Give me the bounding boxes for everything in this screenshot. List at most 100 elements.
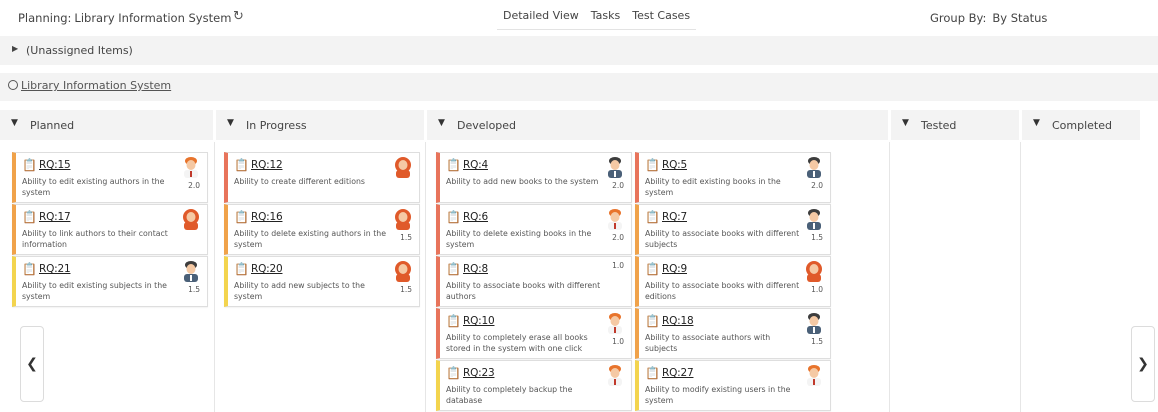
requirement-icon: 📋	[645, 210, 660, 224]
owner-avatar	[804, 364, 824, 386]
owner-avatar	[804, 156, 824, 178]
estimate-points: 1.5	[188, 285, 200, 294]
group-by-label: Group By:	[930, 11, 987, 25]
requirement-id-link[interactable]: RQ:4	[463, 159, 488, 171]
requirement-card[interactable]: 📋 RQ:12 Ability to create different editio…	[224, 152, 420, 203]
column-header-planned[interactable]: ▼ Planned	[0, 110, 213, 140]
column-header-completed[interactable]: ▼ Completed	[1022, 110, 1140, 140]
requirement-card[interactable]: 📋 RQ:15 Ability to edit existing authors i…	[12, 152, 208, 203]
planning-label: Planning:	[18, 11, 72, 25]
caret-right-icon[interactable]: ▶	[12, 44, 18, 53]
requirement-card[interactable]: 📋 RQ:6 Ability to delete existing books in…	[436, 204, 632, 255]
caret-down-icon[interactable]: ▼	[902, 118, 909, 128]
requirement-card[interactable]: 📋 RQ:21 Ability to edit existing subjects …	[12, 256, 208, 307]
requirement-card[interactable]: 📋 RQ:4 Ability to add new books to the sys…	[436, 152, 632, 203]
column-divider	[425, 142, 426, 412]
requirement-id-link[interactable]: RQ:7	[662, 211, 687, 223]
release-circle-icon	[8, 80, 18, 90]
requirement-id-link[interactable]: RQ:16	[251, 211, 283, 223]
requirement-icon: 📋	[645, 158, 660, 172]
requirement-icon: 📋	[645, 314, 660, 328]
caret-down-icon[interactable]: ▼	[227, 118, 234, 128]
requirement-id-link[interactable]: RQ:20	[251, 263, 283, 275]
requirement-icon: 📋	[446, 210, 461, 224]
requirement-icon: 📋	[22, 210, 37, 224]
requirement-card[interactable]: 📋 RQ:17 Ability to link authors to their c…	[12, 204, 208, 255]
estimate-points: 1.5	[400, 285, 412, 294]
estimate-points: 2.0	[188, 181, 200, 190]
chevron-right-icon[interactable]: ❯	[1131, 326, 1155, 402]
requirement-id-link[interactable]: RQ:23	[463, 367, 495, 379]
release-row: Library Information System	[0, 73, 1158, 101]
requirement-icon: 📋	[446, 262, 461, 276]
owner-avatar	[181, 260, 201, 282]
requirement-id-link[interactable]: RQ:15	[39, 159, 71, 171]
requirement-id-link[interactable]: RQ:18	[662, 315, 694, 327]
refresh-icon[interactable]: ↻	[233, 9, 244, 24]
requirement-description: Ability to create different editions	[234, 177, 365, 186]
requirement-card[interactable]: 📋 RQ:9 Ability to associate books with dif…	[635, 256, 831, 307]
requirement-id-link[interactable]: RQ:27	[662, 367, 694, 379]
requirement-id-link[interactable]: RQ:21	[39, 263, 71, 275]
requirement-description: Ability to modify existing users in the …	[645, 385, 791, 405]
caret-down-icon[interactable]: ▼	[438, 118, 445, 128]
column-header-developed[interactable]: ▼ Developed	[427, 110, 888, 140]
requirement-description: Ability to completely erase all books st…	[446, 333, 588, 353]
requirement-icon: 📋	[22, 262, 37, 276]
requirement-card[interactable]: 📋 RQ:16 Ability to delete existing authors…	[224, 204, 420, 255]
unassigned-items-row[interactable]: ▶ (Unassigned Items)	[0, 36, 1158, 65]
column-header-tested[interactable]: ▼ Tested	[891, 110, 1019, 140]
estimate-points: 2.0	[612, 233, 624, 242]
requirement-icon: 📋	[446, 158, 461, 172]
planning-selector[interactable]: Planning: Library Information System	[18, 11, 231, 25]
requirement-card[interactable]: 📋 RQ:20 Ability to add new subjects to the…	[224, 256, 420, 307]
owner-avatar	[605, 312, 625, 334]
toolbar: Planning: Library Information System ↻ De…	[0, 0, 1158, 36]
owner-avatar	[605, 364, 625, 386]
tab-tasks[interactable]: Tasks	[584, 0, 627, 30]
requirement-card[interactable]: 📋 RQ:27 Ability to modify existing users i…	[635, 360, 831, 411]
column-title: Completed	[1052, 119, 1112, 132]
group-by-selector[interactable]: Group By: By Status	[930, 11, 1047, 25]
caret-down-icon[interactable]: ▼	[1033, 118, 1040, 128]
release-link[interactable]: Library Information System	[21, 79, 171, 92]
column-title: In Progress	[246, 119, 307, 132]
tab-detailed-view[interactable]: Detailed View	[497, 0, 585, 30]
requirement-card[interactable]: 📋 RQ:5 Ability to edit existing books in t…	[635, 152, 831, 203]
owner-avatar	[393, 260, 413, 282]
requirement-description: Ability to associate books with differen…	[446, 281, 601, 301]
caret-down-icon[interactable]: ▼	[11, 118, 18, 128]
requirement-id-link[interactable]: RQ:10	[463, 315, 495, 327]
unassigned-items-label: (Unassigned Items)	[26, 44, 133, 57]
requirement-description: Ability to completely backup the databas…	[446, 385, 573, 405]
requirement-card[interactable]: 📋 RQ:18 Ability to associate authors with …	[635, 308, 831, 359]
requirement-description: Ability to add new subjects to the syste…	[234, 281, 365, 301]
requirement-id-link[interactable]: RQ:8	[463, 263, 488, 275]
owner-avatar	[605, 156, 625, 178]
requirement-icon: 📋	[645, 262, 660, 276]
requirement-id-link[interactable]: RQ:9	[662, 263, 687, 275]
requirement-icon: 📋	[645, 366, 660, 380]
requirement-card[interactable]: 📋 RQ:8 Ability to associate books with dif…	[436, 256, 632, 307]
requirement-id-link[interactable]: RQ:5	[662, 159, 687, 171]
owner-avatar	[393, 208, 413, 230]
requirement-id-link[interactable]: RQ:12	[251, 159, 283, 171]
requirement-card[interactable]: 📋 RQ:10 Ability to completely erase all bo…	[436, 308, 632, 359]
requirement-description: Ability to link authors to their contact…	[22, 229, 168, 249]
planning-release-name[interactable]: Library Information System	[74, 11, 231, 25]
requirement-card[interactable]: 📋 RQ:7 Ability to associate books with dif…	[635, 204, 831, 255]
estimate-points: 1.0	[811, 285, 823, 294]
requirement-icon: 📋	[234, 210, 249, 224]
chevron-left-icon[interactable]: ❮	[20, 326, 44, 402]
requirement-id-link[interactable]: RQ:17	[39, 211, 71, 223]
estimate-points: 2.0	[612, 181, 624, 190]
group-by-value[interactable]: By Status	[992, 11, 1047, 25]
requirement-id-link[interactable]: RQ:6	[463, 211, 488, 223]
requirement-card[interactable]: 📋 RQ:23 Ability to completely backup the d…	[436, 360, 632, 411]
column-header-in-progress[interactable]: ▼ In Progress	[216, 110, 424, 140]
requirement-description: Ability to edit existing subjects in the…	[22, 281, 167, 301]
requirement-description: Ability to delete existing authors in th…	[234, 229, 386, 249]
tab-test-cases[interactable]: Test Cases	[626, 0, 697, 30]
estimate-points: 2.0	[811, 181, 823, 190]
estimate-points: 1.5	[400, 233, 412, 242]
